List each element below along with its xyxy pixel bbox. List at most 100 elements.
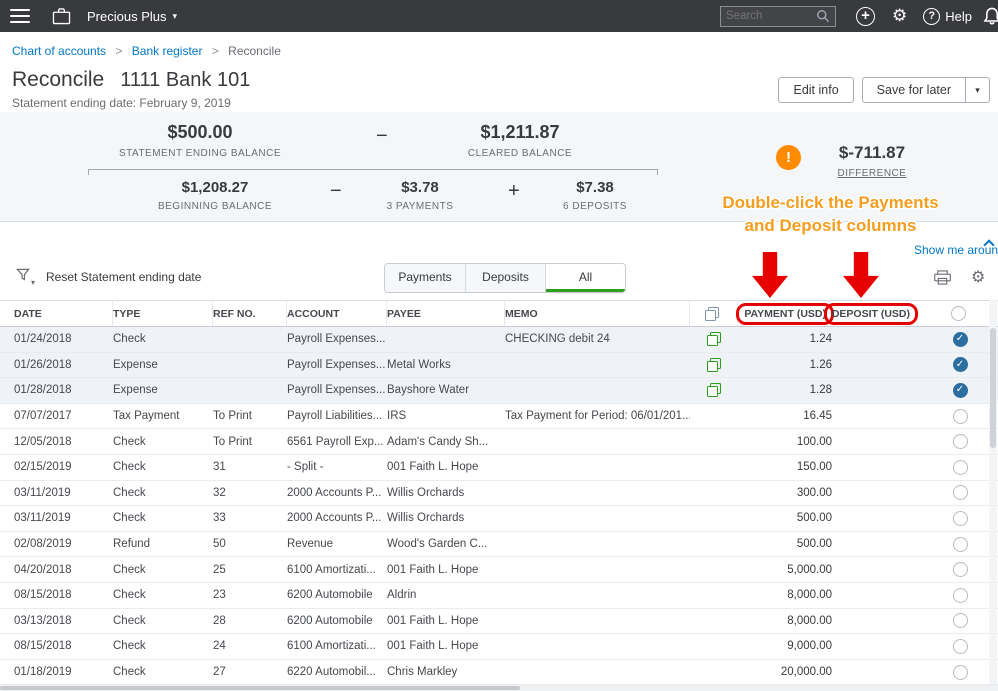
cell-payment[interactable]: 8,000.00 [738,615,838,627]
breadcrumb-bank-register[interactable]: Bank register [132,44,203,58]
copy-icon[interactable] [707,383,721,397]
transaction-filter-tabs: Payments Deposits All [384,263,626,293]
cell-payment[interactable]: 1.24 [738,333,838,345]
column-header-account[interactable]: ACCOUNT [287,301,387,326]
breadcrumb-current: Reconcile [228,44,281,58]
save-options-caret-button[interactable]: ▾ [966,77,990,103]
tab-all[interactable]: All [545,264,625,292]
vertical-scrollbar[interactable] [989,300,997,684]
cell-payment[interactable]: 5,000.00 [738,564,838,576]
difference-amount: $-711.87 [812,143,932,163]
reconcile-toggle-circle[interactable] [953,511,968,526]
column-header-type[interactable]: TYPE [113,301,213,326]
cell-account: 6100 Amortizati... [287,564,387,576]
table-row[interactable]: 03/11/2019 Check 32 2000 Accounts P... W… [0,481,998,507]
vertical-scrollbar-thumb[interactable] [990,328,996,448]
batch-copy-icon[interactable] [705,307,719,321]
cell-payment[interactable]: 150.00 [738,461,838,473]
print-icon[interactable] [934,270,951,285]
table-row[interactable]: 02/08/2019 Refund 50 Revenue Wood's Gard… [0,532,998,558]
cell-type: Check [113,640,213,652]
reconcile-toggle-circle[interactable] [953,588,968,603]
help-menu[interactable]: ? Help [923,8,972,25]
table-header-row: DATE TYPE REF NO. ACCOUNT PAYEE MEMO PAY… [0,300,998,327]
cell-payment[interactable]: 16.45 [738,410,838,422]
cell-ref-no: 27 [213,666,287,678]
cell-payment[interactable]: 1.26 [738,359,838,371]
table-row[interactable]: 01/24/2018 Check Payroll Expenses... CHE… [0,327,998,353]
difference-link[interactable]: DIFFERENCE [812,168,932,179]
reconcile-toggle-circle[interactable] [953,434,968,449]
cell-account: 6200 Automobile [287,615,387,627]
column-header-payment[interactable]: PAYMENT (USD) [744,308,826,320]
settings-gear-icon[interactable]: ⚙ [892,6,907,26]
global-search-box[interactable] [720,6,836,27]
minus-operator: − [376,125,388,148]
hamburger-menu-icon[interactable] [10,9,30,23]
cell-date: 03/13/2018 [14,615,113,627]
cell-payee: Wood's Garden C... [387,538,505,550]
reconcile-toggle-circle[interactable] [953,639,968,654]
cell-account: - Split - [287,461,387,473]
table-row[interactable]: 04/20/2018 Check 25 6100 Amortizati... 0… [0,557,998,583]
reconcile-toggle-circle[interactable] [953,460,968,475]
reconcile-toggle-circle[interactable] [953,562,968,577]
cell-payment[interactable]: 8,000.00 [738,589,838,601]
search-input[interactable] [726,10,816,22]
table-row[interactable]: 03/13/2018 Check 28 6200 Automobile 001 … [0,609,998,635]
company-menu[interactable]: Precious Plus ▾ [87,9,177,24]
table-row[interactable]: 03/11/2019 Check 33 2000 Accounts P... W… [0,506,998,532]
table-row[interactable]: 07/07/2017 Tax Payment To Print Payroll … [0,404,998,430]
notifications-bell-icon[interactable] [981,6,998,28]
cell-payment[interactable]: 100.00 [738,436,838,448]
horizontal-scrollbar-thumb[interactable] [0,686,520,690]
cell-payment[interactable]: 1.28 [738,384,838,396]
search-icon[interactable] [816,9,830,23]
breadcrumb-chart-of-accounts[interactable]: Chart of accounts [12,44,106,58]
cell-date: 02/15/2019 [14,461,113,473]
filter-funnel-icon[interactable]: ▾ [16,268,35,287]
table-settings-gear-icon[interactable]: ⚙ [971,267,985,287]
table-row[interactable]: 01/28/2018 Expense Payroll Expenses... B… [0,378,998,404]
cell-payment[interactable]: 500.00 [738,512,838,524]
reconcile-toggle-circle[interactable] [953,665,968,680]
select-all-circle[interactable] [951,306,966,321]
cell-date: 01/28/2018 [14,384,113,396]
cell-payment[interactable]: 20,000.00 [738,666,838,678]
table-row[interactable]: 01/26/2018 Expense Payroll Expenses... M… [0,353,998,379]
column-header-date[interactable]: DATE [14,301,113,326]
column-header-deposit[interactable]: DEPOSIT (USD) [832,308,910,320]
column-header-payee[interactable]: PAYEE [387,301,505,326]
horizontal-scrollbar[interactable] [0,685,998,691]
copy-icon[interactable] [707,358,721,372]
table-row[interactable]: 12/05/2018 Check To Print 6561 Payroll E… [0,429,998,455]
cell-payment[interactable]: 9,000.00 [738,640,838,652]
table-row[interactable]: 08/15/2018 Check 23 6200 Automobile Aldr… [0,583,998,609]
table-row[interactable]: 01/18/2019 Check 27 6220 Automobil... Ch… [0,660,998,686]
table-row[interactable]: 08/15/2018 Check 24 6100 Amortizati... 0… [0,634,998,660]
cell-ref-no: 32 [213,487,287,499]
tab-payments[interactable]: Payments [385,264,465,292]
reset-statement-date-link[interactable]: Reset Statement ending date [46,270,201,284]
statement-ending-label: STATEMENT ENDING BALANCE [90,148,310,159]
cell-payment[interactable]: 300.00 [738,487,838,499]
briefcase-icon[interactable] [52,8,71,25]
table-row[interactable]: 02/15/2019 Check 31 - Split - 001 Faith … [0,455,998,481]
deposits-summary: $7.38 6 DEPOSITS [540,179,650,212]
tab-deposits[interactable]: Deposits [465,264,545,292]
reconcile-toggle-circle[interactable] [953,409,968,424]
reconcile-toggle-circle[interactable] [953,332,968,347]
reconcile-toggle-circle[interactable] [953,357,968,372]
copy-icon[interactable] [707,332,721,346]
save-for-later-button[interactable]: Save for later [862,77,966,103]
column-header-ref[interactable]: REF NO. [213,301,287,326]
edit-info-button[interactable]: Edit info [778,77,853,103]
reconcile-toggle-circle[interactable] [953,383,968,398]
reconcile-toggle-circle[interactable] [953,537,968,552]
column-header-memo[interactable]: MEMO [505,301,690,326]
beginning-balance-label: BEGINNING BALANCE [130,201,300,212]
cell-payment[interactable]: 500.00 [738,538,838,550]
reconcile-toggle-circle[interactable] [953,613,968,628]
quick-create-button[interactable]: + [856,7,875,26]
reconcile-toggle-circle[interactable] [953,485,968,500]
